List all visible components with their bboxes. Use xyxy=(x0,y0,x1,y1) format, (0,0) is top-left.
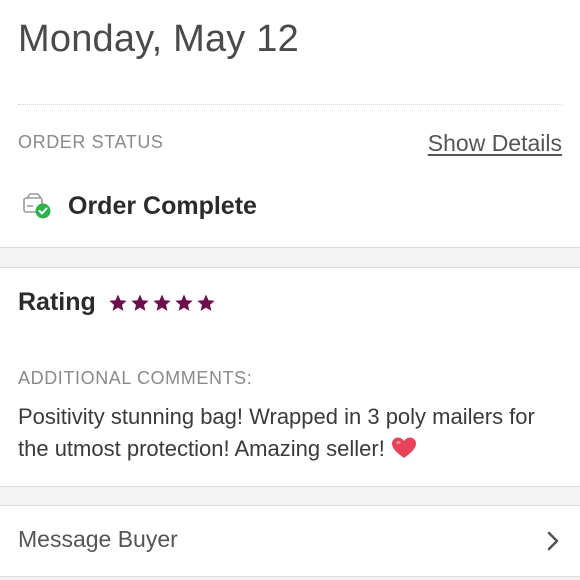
message-buyer-button[interactable]: Message Buyer xyxy=(0,505,580,577)
order-summary-card: Monday, May 12 ORDER STATUS Show Details… xyxy=(0,0,580,248)
star-icon xyxy=(131,294,149,311)
order-status-label: ORDER STATUS xyxy=(18,132,164,152)
chevron-right-icon xyxy=(547,531,559,551)
order-details-page: Monday, May 12 ORDER STATUS Show Details… xyxy=(0,0,580,580)
show-details-link[interactable]: Show Details xyxy=(428,130,562,157)
comments-body: Positivity stunning bag! Wrapped in 3 po… xyxy=(18,401,563,465)
star-icon xyxy=(153,294,171,311)
star-icon xyxy=(109,294,127,311)
order-status-text: Order Complete xyxy=(68,191,257,220)
rating-label: Rating xyxy=(18,288,96,316)
star-icon xyxy=(175,294,193,311)
rating-row: Rating xyxy=(18,288,218,317)
comments-text: Positivity stunning bag! Wrapped in 3 po… xyxy=(18,404,535,461)
package-check-icon xyxy=(23,193,51,219)
star-icon xyxy=(197,294,215,311)
heart-icon xyxy=(391,437,416,458)
page-title: Monday, May 12 xyxy=(18,18,299,60)
message-buyer-label: Message Buyer xyxy=(18,526,178,552)
divider xyxy=(18,104,562,105)
comments-label: ADDITIONAL COMMENTS: xyxy=(18,368,253,388)
rating-card: Rating ADDITIONAL COMMENTS: Positivity s… xyxy=(0,267,580,487)
star-rating xyxy=(108,293,218,313)
order-status-row: Order Complete xyxy=(22,190,257,222)
